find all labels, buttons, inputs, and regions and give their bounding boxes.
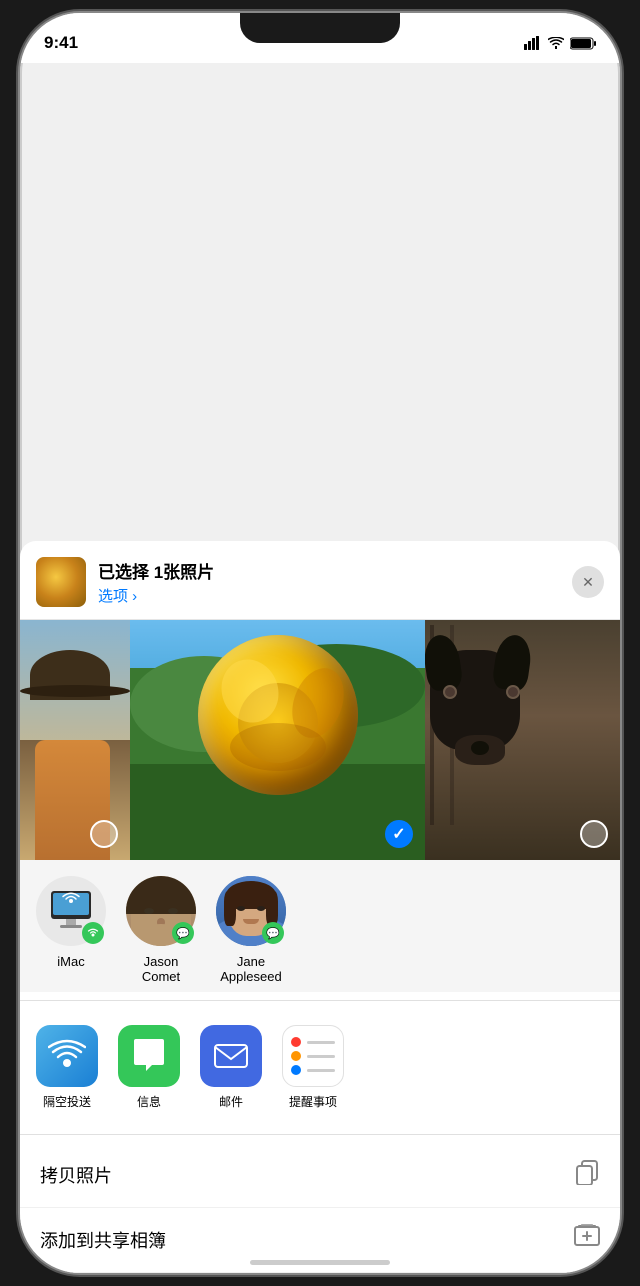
airdrop-app-label: 隔空投送 — [43, 1093, 91, 1110]
add-album-icon — [574, 1224, 600, 1256]
app-item-mail[interactable]: 邮件 — [200, 1025, 262, 1110]
selected-photo-thumbnail — [36, 557, 86, 607]
reminders-app-label: 提醒事项 — [289, 1093, 337, 1110]
app-item-airdrop[interactable]: 隔空投送 — [36, 1025, 98, 1110]
airdrop-section: iMac — [20, 860, 620, 992]
app-item-messages[interactable]: 信息 — [118, 1025, 180, 1110]
close-icon: ✕ — [582, 574, 594, 591]
copy-icon-svg — [574, 1159, 600, 1185]
imac-name: iMac — [57, 954, 84, 969]
share-sheet: 已选择 1张照片 选项 › ✕ — [20, 541, 620, 1273]
photo-header: 已选择 1张照片 选项 › ✕ — [20, 541, 620, 620]
selection-circle-right[interactable] — [580, 820, 608, 848]
action-copy-photo[interactable]: 拷贝照片 — [20, 1143, 620, 1208]
photo-count-title: 已选择 1张照片 — [98, 558, 560, 583]
jason-msg-badge: 💬 — [172, 922, 194, 944]
photo-item-right[interactable] — [425, 620, 620, 860]
close-button[interactable]: ✕ — [572, 566, 604, 598]
phone-frame: 9:41 — [20, 13, 620, 1273]
reminders-app-icon — [282, 1025, 344, 1087]
imac-avatar — [36, 876, 106, 946]
messages-svg-icon — [130, 1037, 168, 1075]
messages-app-label: 信息 — [137, 1093, 161, 1110]
jane-avatar: 💬 — [216, 876, 286, 946]
mail-app-icon — [200, 1025, 262, 1087]
notch — [240, 13, 400, 43]
jane-name: JaneAppleseed — [220, 954, 281, 984]
rose-head — [198, 635, 358, 795]
hat-brim — [20, 685, 130, 697]
apps-row: 隔空投送 信息 — [36, 1025, 604, 1110]
add-album-label: 添加到共享相簿 — [40, 1227, 166, 1253]
selection-circle-left[interactable] — [90, 820, 118, 848]
check-icon: ✓ — [392, 824, 405, 844]
messages-app-icon — [118, 1025, 180, 1087]
photo-item-center[interactable]: ✓ — [130, 620, 425, 860]
status-time: 9:41 — [44, 33, 78, 53]
airdrop-badge — [82, 922, 104, 944]
home-indicator — [250, 1260, 390, 1265]
status-icons — [524, 36, 596, 50]
copy-photo-icon — [574, 1159, 600, 1191]
airdrop-wifi-badge — [87, 927, 99, 939]
airdrop-person-imac[interactable]: iMac — [36, 876, 106, 969]
airdrop-people-list: iMac — [36, 876, 604, 984]
album-icon-svg — [574, 1224, 600, 1250]
photo-strip: ✓ — [20, 620, 620, 860]
photo-center-bg — [130, 620, 425, 860]
mail-app-label: 邮件 — [219, 1093, 243, 1110]
photo-item-left[interactable] — [20, 620, 130, 860]
airdrop-person-jason[interactable]: 💬 JasonComet — [126, 876, 196, 984]
photo-options-link[interactable]: 选项 › — [98, 585, 560, 606]
airdrop-app-icon — [36, 1025, 98, 1087]
selection-circle-center[interactable]: ✓ — [385, 820, 413, 848]
apps-section: 隔空投送 信息 — [20, 1009, 620, 1126]
battery-icon — [570, 37, 596, 50]
status-bar: 9:41 — [20, 13, 620, 63]
photo-info: 已选择 1张照片 选项 › — [98, 558, 560, 606]
mail-svg-icon — [212, 1037, 250, 1075]
reminders-dots — [283, 1029, 343, 1083]
signal-icon — [524, 36, 542, 50]
divider-1 — [20, 1000, 620, 1001]
airdrop-svg-icon — [48, 1037, 86, 1075]
jason-name: JasonComet — [142, 954, 180, 984]
copy-photo-label: 拷贝照片 — [40, 1162, 112, 1188]
divider-2 — [20, 1134, 620, 1135]
jane-msg-badge: 💬 — [262, 922, 284, 944]
jason-avatar: 💬 — [126, 876, 196, 946]
airdrop-person-jane[interactable]: 💬 JaneAppleseed — [216, 876, 286, 984]
dog-head-area — [425, 650, 535, 780]
wifi-icon — [548, 37, 564, 49]
app-item-reminders[interactable]: 提醒事项 — [282, 1025, 344, 1110]
